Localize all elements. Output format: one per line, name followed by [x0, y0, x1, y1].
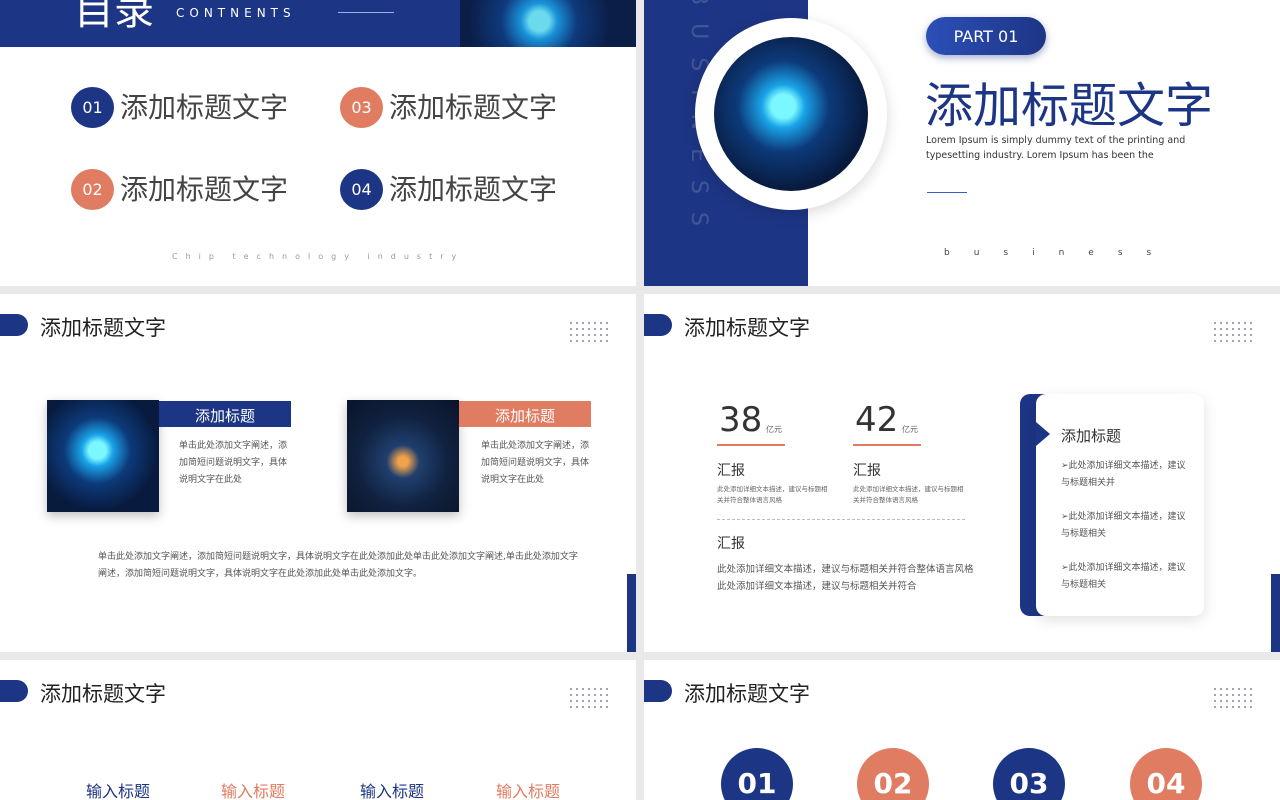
slide-part[interactable]: BUSINESS PART 01 添加标题文字 Lorem Ipsum is s… — [644, 0, 1280, 286]
panel-item-2-text: 此处添加详细文本描述，建议与标题相关 — [1061, 512, 1186, 539]
title-marker — [644, 314, 672, 336]
section-title: 添加标题文字 — [40, 682, 166, 706]
input-title-2[interactable]: 输入标题 — [221, 778, 285, 800]
title-marker — [644, 680, 672, 702]
slide-cards[interactable]: 添加标题文字 添加标题 单击此处添加文字阐述，添加简短问题说明文字，具体说明文字… — [0, 294, 636, 652]
stat1-desc: 此处添加详细文本描述，建议与标题相关并符合整体语言风格 — [717, 485, 828, 504]
stat2-underline — [853, 444, 921, 446]
item-number-04: 04 — [340, 169, 383, 210]
input-title-4[interactable]: 输入标题 — [496, 778, 560, 800]
contents-footer: Chip technology industry — [172, 252, 465, 261]
stat2-desc: 此处添加详细文本描述，建议与标题相关并符合整体语言风格 — [853, 485, 964, 504]
summary-text: 此处添加详细文本描述，建议与标题相关并符合整体语言风格此处添加详细文本描述，建议… — [717, 564, 974, 592]
header-line — [338, 12, 394, 13]
item-label-04[interactable]: 添加标题文字 — [389, 168, 557, 208]
part-footer: business — [944, 248, 1176, 258]
card2-label: 添加标题 — [494, 407, 555, 425]
stat1-underline — [717, 444, 785, 446]
section-title: 添加标题文字 — [40, 316, 166, 340]
card1-label: 添加标题 — [194, 407, 255, 425]
header-chip-image — [460, 0, 636, 47]
summary-label: 汇报 — [717, 536, 745, 552]
input-title-3[interactable]: 输入标题 — [360, 778, 424, 800]
item-number-02: 02 — [71, 169, 114, 210]
part-badge-label: PART 01 — [953, 27, 1019, 46]
number-circle-02: 02 — [857, 748, 929, 800]
input-title-1[interactable]: 输入标题 — [86, 778, 150, 800]
contents-subtitle: CONTNENTS — [176, 6, 296, 20]
slide-contents[interactable]: 目录 CONTNENTS 01 添加标题文字 02 添加标题文字 03 添加标题… — [0, 0, 636, 286]
item-number-01: 01 — [71, 87, 114, 128]
panel-item-3-text: 此处添加详细文本描述，建议与标题相关 — [1061, 563, 1186, 590]
slide-numbers[interactable]: 添加标题文字 01 02 03 04 — [644, 660, 1280, 800]
section-title: 添加标题文字 — [684, 316, 810, 340]
number-circle-01: 01 — [721, 748, 793, 800]
panel-item-3: ➢此处添加详细文本描述，建议与标题相关 — [1061, 563, 1186, 590]
dots-decoration — [568, 686, 612, 708]
chip-circle-image — [714, 37, 868, 191]
part-divider — [927, 192, 967, 193]
cards-paragraph: 单击此处添加文字阐述，添加简短问题说明文字，具体说明文字在此处添加此处单击此处添… — [98, 552, 578, 579]
title-marker — [0, 314, 28, 336]
card2-image — [347, 400, 459, 512]
card1-image — [47, 400, 159, 512]
stat1-unit: 亿元 — [766, 425, 782, 434]
stat1-value: 38 — [719, 400, 763, 440]
stat1-label: 汇报 — [717, 463, 745, 479]
panel-title: 添加标题 — [1061, 427, 1122, 445]
panel-item-2: ➢此处添加详细文本描述，建议与标题相关 — [1061, 512, 1186, 539]
stat2-unit: 亿元 — [902, 425, 918, 434]
part-body: Lorem Ipsum is simply dummy text of the … — [926, 135, 1186, 161]
item-label-01[interactable]: 添加标题文字 — [120, 86, 288, 126]
slide-inputs[interactable]: 添加标题文字 输入标题 输入标题 输入标题 输入标题 — [0, 660, 636, 800]
part-heading: 添加标题文字 — [925, 78, 1214, 134]
stats-divider — [717, 519, 965, 520]
item-label-02[interactable]: 添加标题文字 — [120, 168, 288, 208]
contents-title: 目录 — [74, 0, 154, 34]
item-number-03: 03 — [340, 87, 383, 128]
item-label-03[interactable]: 添加标题文字 — [389, 86, 557, 126]
card1-text: 单击此处添加文字阐述，添加简短问题说明文字，具体说明文字在此处 — [179, 441, 288, 485]
stat2-value: 42 — [855, 400, 899, 440]
panel-item-1-text: 此处添加详细文本描述，建议与标题相关并 — [1061, 461, 1186, 488]
right-edge-bar — [627, 574, 636, 652]
dots-decoration — [568, 320, 612, 342]
section-title: 添加标题文字 — [684, 682, 810, 706]
number-circle-03: 03 — [993, 748, 1065, 800]
panel-item-1: ➢此处添加详细文本描述，建议与标题相关并 — [1061, 461, 1186, 488]
panel-notch — [1036, 422, 1050, 446]
dots-decoration — [1212, 320, 1256, 342]
slide-stats[interactable]: 添加标题文字 38 亿元 汇报 此处添加详细文本描述，建议与标题相关并符合整体语… — [644, 294, 1280, 652]
right-edge-bar — [1271, 574, 1280, 652]
title-marker — [0, 680, 28, 702]
dots-decoration — [1212, 686, 1256, 708]
card2-text: 单击此处添加文字阐述，添加简短问题说明文字，具体说明文字在此处 — [481, 441, 590, 485]
number-circle-04: 04 — [1130, 748, 1202, 800]
stat2-label: 汇报 — [853, 463, 881, 479]
